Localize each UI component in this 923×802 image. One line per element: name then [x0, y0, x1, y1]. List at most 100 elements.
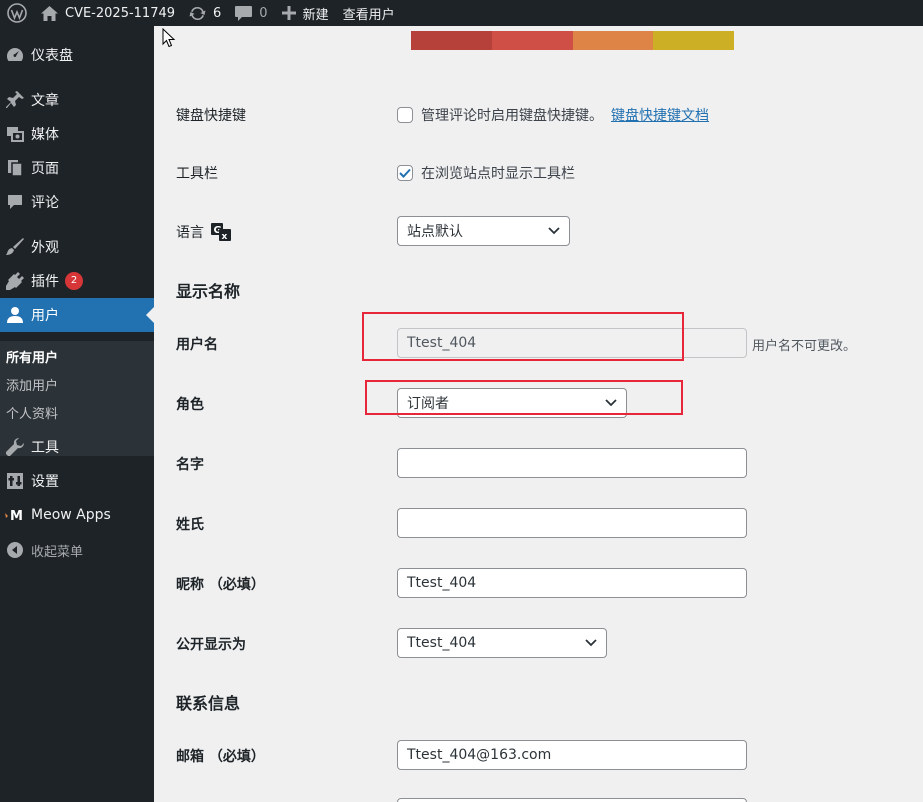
first-name-label: 名字 — [176, 457, 204, 473]
menu-item-label: 插件 — [31, 274, 59, 290]
role-label: 角色 — [176, 397, 204, 413]
updates-count: 6 — [213, 5, 222, 21]
menu-item-posts[interactable]: 文章 — [0, 83, 154, 117]
comment-bubble-icon — [235, 5, 253, 21]
menu-item-comments[interactable]: 评论 — [0, 185, 154, 219]
keyboard-shortcuts-checkbox[interactable] — [397, 107, 413, 123]
checkmark-icon — [399, 168, 411, 178]
keyboard-shortcuts-text: 管理评论时启用键盘快捷键。 — [421, 108, 603, 124]
comment-icon — [3, 192, 27, 212]
section-title-contact: 联系信息 — [176, 694, 241, 713]
comments-count: 0 — [259, 5, 268, 21]
comments-link[interactable]: 0 — [228, 0, 274, 26]
language-value: 站点默认 — [407, 224, 463, 240]
username-description: 用户名不可更改。 — [752, 339, 857, 354]
menu-item-pages[interactable]: 页面 — [0, 151, 154, 185]
translate-icon: Gx — [211, 223, 231, 241]
menu-item-appearance[interactable]: 外观 — [0, 230, 154, 264]
email-label: 邮箱 （必填） — [176, 749, 265, 765]
pin-icon — [3, 90, 27, 110]
toolbar-checkbox[interactable] — [397, 165, 413, 181]
menu-item-label: 工具 — [31, 440, 59, 456]
menu-item-plugins[interactable]: 插件 2 — [0, 264, 154, 298]
submenu-profile[interactable]: 个人资料 — [0, 401, 154, 429]
website-input[interactable] — [397, 798, 747, 802]
menu-item-meow-apps[interactable]: M Meow Apps — [0, 498, 154, 532]
wordpress-logo-icon[interactable] — [0, 0, 34, 26]
admin-bar: CVE-2025-11749 6 0 新建 查看用户 — [0, 0, 923, 26]
media-icon — [3, 124, 27, 144]
brush-icon — [3, 237, 27, 257]
last-name-input[interactable] — [397, 508, 747, 538]
meow-icon: M — [3, 505, 27, 525]
plugin-icon — [3, 271, 27, 291]
menu-item-label: 设置 — [31, 474, 59, 490]
highlight-box — [365, 380, 683, 415]
language-label: 语言 — [176, 225, 204, 241]
plus-icon — [281, 6, 296, 20]
menu-item-label: 用户 — [31, 308, 59, 324]
menu-item-label: 收起菜单 — [31, 544, 84, 560]
color-scheme-swatch — [411, 31, 492, 50]
menu-item-media[interactable]: 媒体 — [0, 117, 154, 151]
svg-text:x: x — [222, 232, 228, 241]
display-name-value: Ttest_404 — [407, 635, 477, 651]
menu-item-label: Meow Apps — [31, 507, 111, 523]
mouse-cursor-icon — [162, 28, 176, 48]
site-name-link[interactable]: CVE-2025-11749 — [34, 0, 182, 26]
menu-item-label: 媒体 — [31, 127, 59, 143]
nickname-input[interactable]: Ttest_404 — [397, 568, 747, 598]
color-scheme-swatch — [573, 31, 654, 50]
settings-icon — [3, 471, 27, 491]
section-title-name: 显示名称 — [176, 282, 241, 301]
menu-item-label: 评论 — [31, 195, 59, 211]
color-scheme-swatch — [492, 31, 573, 50]
language-label-row: 语言 Gx — [176, 222, 231, 242]
site-name: CVE-2025-11749 — [65, 5, 176, 21]
page-icon — [3, 158, 27, 178]
user-icon — [3, 305, 27, 325]
menu-item-settings[interactable]: 设置 — [0, 464, 154, 498]
highlight-box — [362, 312, 684, 361]
keyboard-shortcuts-docs-link[interactable]: 键盘快捷键文档 — [611, 105, 709, 125]
menu-item-users[interactable]: 用户 — [0, 298, 154, 332]
view-user-label: 查看用户 — [342, 7, 395, 23]
updates-link[interactable]: 6 — [182, 0, 228, 26]
admin-sidebar: 仪表盘 文章 媒体 页面 评论 外观 插件 2 用户 所有用户 添加用户 个人资… — [0, 26, 154, 802]
submenu-all-users[interactable]: 所有用户 — [0, 345, 154, 373]
new-content-link[interactable]: 新建 — [275, 0, 336, 26]
collapse-menu-button[interactable]: 收起菜单 — [0, 533, 154, 567]
menu-item-label: 页面 — [31, 161, 59, 177]
toolbar-text: 在浏览站点时显示工具栏 — [421, 166, 575, 182]
menu-item-label: 文章 — [31, 93, 59, 109]
language-select[interactable]: 站点默认 — [397, 216, 570, 246]
email-input[interactable]: Ttest_404@163.com — [397, 740, 747, 770]
toolbar-label: 工具栏 — [176, 166, 218, 182]
keyboard-shortcuts-label: 键盘快捷键 — [176, 108, 246, 124]
svg-text:M: M — [10, 509, 23, 524]
display-name-select[interactable]: Ttest_404 — [397, 628, 607, 658]
first-name-input[interactable] — [397, 448, 747, 478]
collapse-icon — [3, 540, 27, 560]
color-scheme-swatch — [653, 31, 734, 50]
menu-item-tools[interactable]: 工具 — [0, 430, 154, 464]
menu-item-dashboard[interactable]: 仪表盘 — [0, 38, 154, 72]
updates-icon — [189, 5, 206, 22]
menu-item-label: 仪表盘 — [31, 48, 73, 64]
home-icon — [41, 5, 58, 21]
username-label: 用户名 — [176, 337, 218, 353]
nickname-value: Ttest_404 — [407, 575, 477, 591]
display-name-label: 公开显示为 — [176, 637, 246, 653]
chevron-down-icon — [548, 227, 560, 235]
wrench-icon — [3, 437, 27, 457]
toolbar-row: 在浏览站点时显示工具栏 — [397, 163, 575, 183]
submenu-add-user[interactable]: 添加用户 — [0, 373, 154, 401]
nickname-label: 昵称 （必填） — [176, 577, 265, 593]
profile-form: 键盘快捷键 管理评论时启用键盘快捷键。 键盘快捷键文档 工具栏 在浏览站点时显示… — [154, 26, 923, 802]
view-user-link[interactable]: 查看用户 — [336, 0, 402, 26]
new-label: 新建 — [302, 7, 329, 23]
plugin-update-badge: 2 — [65, 272, 83, 290]
keyboard-shortcuts-row: 管理评论时启用键盘快捷键。 键盘快捷键文档 — [397, 105, 709, 125]
email-value: Ttest_404@163.com — [407, 747, 552, 763]
last-name-label: 姓氏 — [176, 517, 204, 533]
